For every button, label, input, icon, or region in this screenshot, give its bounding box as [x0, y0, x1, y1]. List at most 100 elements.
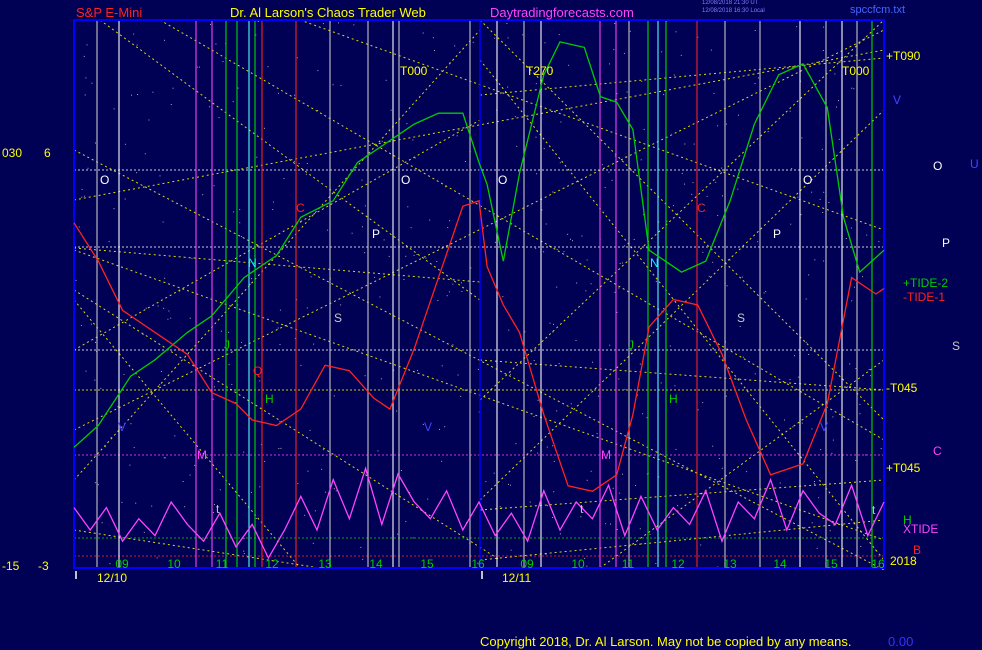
x-day-label: 09	[520, 557, 534, 571]
x-day-label: 16	[871, 557, 885, 571]
star	[567, 233, 569, 235]
star	[163, 307, 165, 309]
star	[101, 522, 103, 524]
star	[452, 344, 454, 346]
star	[535, 136, 537, 138]
star	[801, 422, 803, 424]
star	[172, 87, 174, 89]
star	[322, 449, 324, 451]
star	[222, 61, 224, 63]
star	[556, 410, 558, 412]
star	[784, 419, 785, 421]
star	[194, 464, 196, 466]
star	[717, 215, 719, 216]
star	[738, 114, 739, 116]
star	[464, 161, 466, 162]
star	[820, 449, 822, 451]
star	[124, 198, 126, 200]
star	[725, 395, 727, 397]
star	[94, 482, 96, 484]
star	[851, 300, 853, 302]
star	[739, 326, 741, 327]
star	[608, 171, 610, 173]
star	[104, 446, 106, 448]
cycle-letter: S	[334, 311, 342, 325]
star	[383, 239, 385, 241]
star	[623, 52, 625, 54]
star	[84, 94, 86, 96]
author-title: Dr. Al Larson's Chaos Trader Web	[230, 5, 426, 20]
star	[214, 386, 215, 388]
star	[737, 188, 739, 190]
star	[251, 278, 253, 280]
star	[436, 261, 438, 262]
star	[113, 108, 115, 110]
star	[712, 445, 714, 447]
star	[789, 379, 791, 380]
star	[581, 235, 583, 237]
right-letter-o: O	[933, 159, 942, 173]
star	[97, 484, 99, 486]
star	[819, 198, 821, 200]
star	[613, 49, 615, 51]
star	[692, 182, 694, 184]
star	[87, 167, 89, 169]
star	[123, 373, 125, 375]
star	[279, 309, 281, 311]
x-day-label: 10	[167, 557, 181, 571]
star	[616, 93, 618, 95]
star	[798, 376, 800, 378]
star	[340, 304, 342, 306]
star	[697, 409, 699, 411]
star	[535, 247, 537, 249]
star	[811, 191, 813, 193]
star	[832, 439, 834, 441]
star	[553, 491, 555, 493]
star	[412, 139, 414, 141]
star	[860, 389, 862, 391]
star	[212, 398, 214, 400]
star	[170, 104, 172, 105]
star	[340, 84, 342, 86]
label-mt045: -T045	[886, 381, 918, 395]
star	[813, 483, 815, 485]
star	[86, 44, 88, 46]
star	[456, 135, 458, 137]
left-outer-tick-bottom: -15	[2, 559, 20, 573]
star	[655, 280, 657, 282]
corner-value: 0.00	[888, 634, 914, 649]
star	[397, 533, 399, 535]
star	[646, 417, 648, 419]
star	[805, 341, 807, 343]
star	[324, 491, 326, 493]
star	[412, 537, 414, 539]
star	[164, 457, 166, 459]
star	[618, 378, 620, 380]
star	[506, 23, 508, 24]
star	[586, 259, 588, 261]
star	[536, 173, 538, 175]
x-day-label: 14	[369, 557, 383, 571]
star	[407, 206, 409, 208]
star	[277, 327, 279, 329]
star	[609, 63, 610, 65]
star	[390, 109, 392, 111]
star	[533, 416, 535, 417]
x-day-label: 16	[471, 557, 485, 571]
star	[422, 32, 424, 34]
star	[849, 363, 851, 365]
cycle-letter: J	[628, 338, 634, 352]
star	[213, 504, 215, 505]
star	[417, 369, 418, 371]
star	[510, 484, 511, 486]
star	[669, 345, 671, 347]
star	[880, 448, 882, 449]
star	[718, 458, 720, 460]
star	[767, 131, 769, 133]
site-link[interactable]: Daytradingforecasts.com	[490, 5, 634, 20]
star	[164, 277, 166, 279]
chaos-chart: OVCNJHQMtPSOVOCNJHMtPSOVt 030 6 -15 -3 T…	[0, 0, 982, 650]
star	[868, 369, 870, 370]
star	[267, 66, 269, 68]
star	[677, 505, 679, 507]
